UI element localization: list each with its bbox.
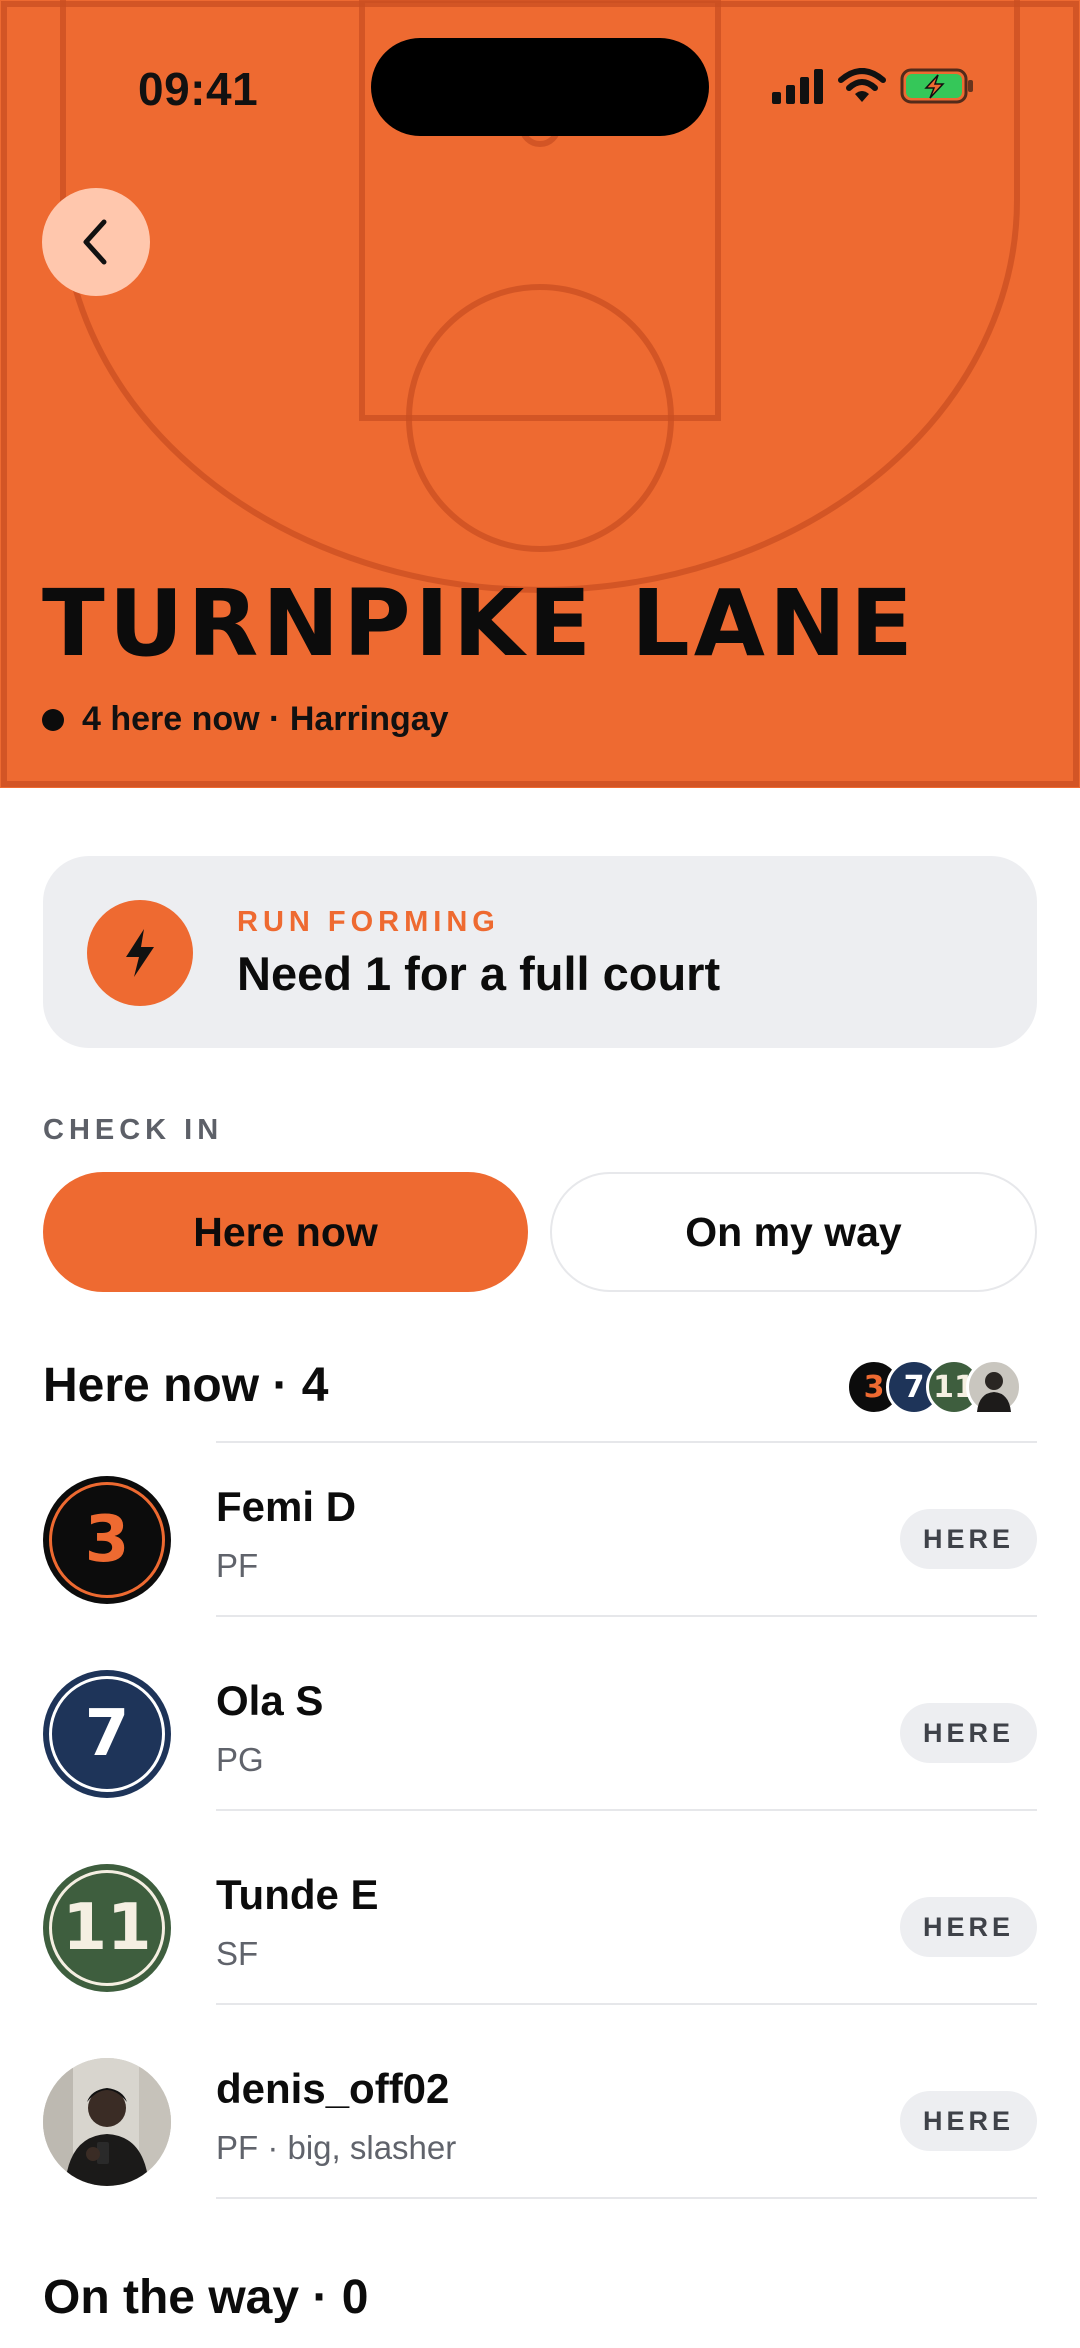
- player-row[interactable]: 11 Tunde E SF HERE: [0, 1831, 1080, 2025]
- status-badge: HERE: [900, 1703, 1037, 1763]
- jersey-avatar: 7: [43, 1670, 171, 1798]
- jersey-number: 11: [62, 1891, 152, 1965]
- battery-charging-icon: [900, 68, 973, 104]
- cellular-signal-icon: [772, 69, 823, 104]
- here-now-heading: Here now · 4: [43, 1359, 329, 1412]
- chevron-left-icon: [83, 219, 107, 265]
- player-name: Ola S: [216, 1677, 324, 1724]
- here-now-button[interactable]: Here now: [43, 1172, 528, 1292]
- player-position: PF · big, slasher: [216, 2129, 457, 2166]
- divider: [216, 1615, 1037, 1617]
- status-bar-icons: [770, 64, 974, 108]
- status-badge: HERE: [900, 1897, 1037, 1957]
- player-name: Femi D: [216, 1483, 357, 1530]
- court-name: TURNPIKE LANE: [42, 570, 917, 677]
- player-position: PF: [216, 1547, 259, 1584]
- jersey-number: 7: [84, 1697, 130, 1771]
- person-photo-icon: [977, 1372, 1011, 1412]
- dynamic-island: [371, 38, 709, 136]
- player-row[interactable]: denis_off02 PF · big, slasher HERE: [0, 2025, 1080, 2219]
- player-position: SF: [216, 1935, 259, 1972]
- status-bar-time: 09:41: [138, 63, 259, 115]
- court-subtitle-text: 4 here now · Harringay: [82, 700, 449, 738]
- stack-avatar-photo: [966, 1359, 1022, 1415]
- court-header: 09:41 TURNPIKE LANE 4 here now · Harring…: [0, 0, 1080, 788]
- live-dot-icon: [42, 708, 64, 731]
- run-forming-label: RUN FORMING: [237, 906, 500, 938]
- run-forming-message: Need 1 for a full court: [237, 947, 721, 1000]
- jersey-avatar: 11: [43, 1864, 171, 1992]
- run-forming-card: RUN FORMING Need 1 for a full court: [43, 856, 1037, 1048]
- on-the-way-heading: On the way · 0: [43, 2271, 369, 2324]
- jersey-avatar: 3: [43, 1476, 171, 1604]
- court-subtitle: 4 here now · Harringay: [42, 700, 449, 739]
- divider: [216, 2003, 1037, 2005]
- player-position: PG: [216, 1741, 264, 1778]
- photo-avatar: [43, 2058, 171, 2186]
- person-photo-icon: [43, 2058, 171, 2186]
- lightning-bolt-icon: [87, 900, 193, 1006]
- divider: [216, 1809, 1037, 1811]
- player-name: denis_off02: [216, 2065, 450, 2112]
- player-avatar-stack: 3 7 11: [846, 1359, 1036, 1415]
- check-in-label: CHECK IN: [43, 1114, 224, 1146]
- status-badge: HERE: [900, 2091, 1037, 2151]
- on-my-way-button[interactable]: On my way: [550, 1172, 1037, 1292]
- player-row[interactable]: 3 Femi D PF HERE: [0, 1443, 1080, 1637]
- jersey-number: 3: [84, 1503, 130, 1577]
- wifi-icon: [838, 68, 886, 102]
- status-badge: HERE: [900, 1509, 1037, 1569]
- back-button[interactable]: [42, 188, 150, 296]
- player-name: Tunde E: [216, 1871, 379, 1918]
- divider: [216, 2197, 1037, 2199]
- player-row[interactable]: 7 Ola S PG HERE: [0, 1637, 1080, 1831]
